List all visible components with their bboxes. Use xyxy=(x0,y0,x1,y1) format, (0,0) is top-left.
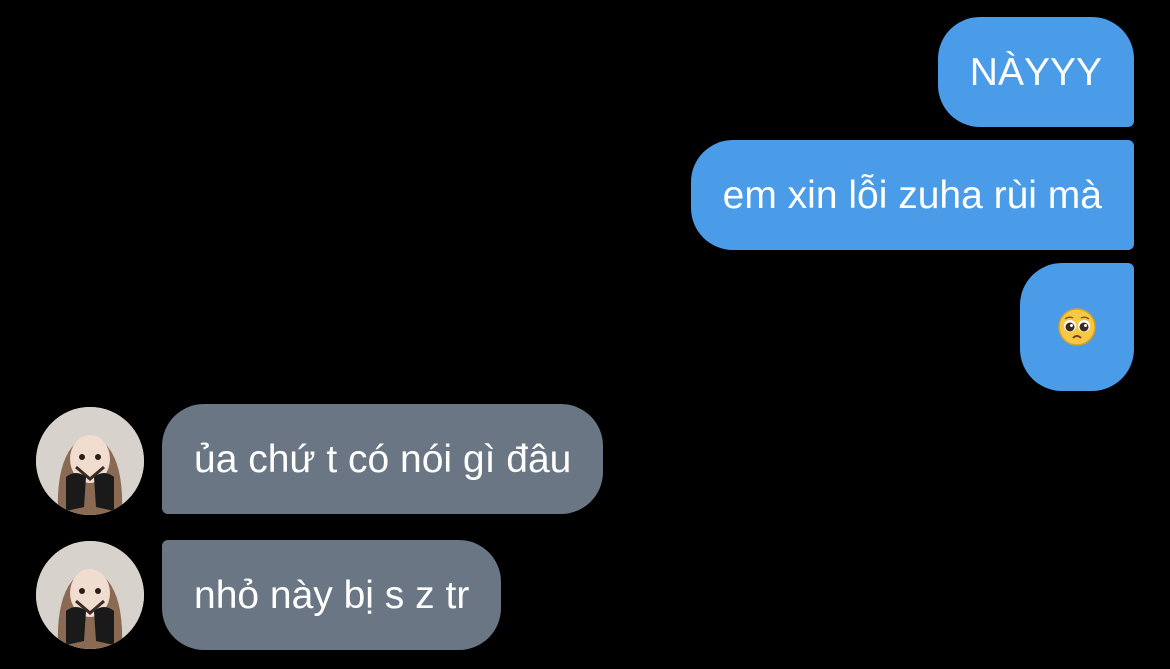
message-text: nhỏ này bị s z tr xyxy=(194,573,470,617)
sent-message-bubble[interactable]: em xin lỗi zuha rùi mà xyxy=(690,140,1134,250)
message-text: NÀYYY xyxy=(969,50,1102,94)
contact-avatar[interactable] xyxy=(36,541,144,649)
received-message-bubble[interactable]: nhỏ này bị s z tr xyxy=(162,540,502,650)
sent-emoji-bubble[interactable]: 🥺 xyxy=(1020,263,1134,391)
message-text: em xin lỗi zuha rùi mà xyxy=(722,173,1102,217)
contact-avatar[interactable] xyxy=(36,407,144,515)
sent-message-bubble[interactable]: NÀYYY xyxy=(937,17,1134,127)
message-text: ủa chứ t có nói gì đâu xyxy=(194,437,572,481)
received-message-bubble[interactable]: ủa chứ t có nói gì đâu xyxy=(162,404,604,514)
pleading-face-icon xyxy=(1058,308,1096,346)
